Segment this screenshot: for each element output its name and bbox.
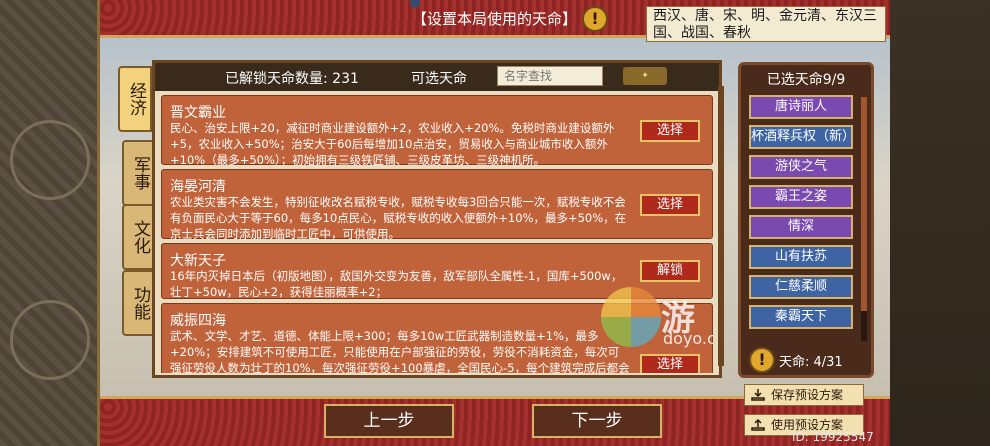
selected-scrollbar[interactable] bbox=[861, 97, 867, 341]
search-input[interactable] bbox=[497, 66, 603, 86]
doyo-badge-icon: ✦ bbox=[623, 67, 667, 85]
prev-step-button[interactable]: 上一步 bbox=[324, 404, 454, 438]
select-button[interactable]: 选择 bbox=[640, 194, 700, 216]
list-item: 晋文霸业 民心、治安上限+20，减征时商业建设额外+2，农业收入+20%。免税时… bbox=[161, 95, 713, 167]
dynasty-list: 西汉、唐、宋、明、金元清、东汉三国、战国、春秋 bbox=[646, 6, 886, 42]
list-item: 海晏河清 农业类灾害不会发生，特别征收改名赋税专收，赋税专收每3回合只能一次，赋… bbox=[161, 169, 713, 241]
fate-description: 武术、文学、才艺、道德、体能上限+300；每多10w工匠武器制造数量+1%，最多… bbox=[170, 329, 630, 373]
fate-list[interactable]: 晋文霸业 民心、治安上限+20，减征时商业建设额外+2，农业收入+20%。免税时… bbox=[161, 95, 713, 373]
watermark-url: doyo.cn bbox=[663, 329, 713, 348]
selected-fates-panel: 已选天命9/9 唐诗丽人 杯酒释兵权（新） 游侠之气 霸王之姿 情深 山有扶苏 … bbox=[738, 62, 874, 378]
selected-item[interactable]: 游侠之气 bbox=[749, 155, 853, 179]
unlocked-count: 已解锁天命数量: 231 bbox=[225, 71, 359, 87]
list-scrollbar[interactable] bbox=[718, 86, 724, 366]
upload-icon bbox=[751, 419, 765, 431]
fate-description: 民心、治安上限+20，减征时商业建设额外+2，农业收入+20%。免税时商业建设额… bbox=[170, 121, 615, 167]
fate-description: 16年内灭掉日本后（初版地图），敌国外交变为友善，敌军部队全属性-1，国库+50… bbox=[170, 269, 623, 299]
fate-name: 大新天子 bbox=[170, 253, 226, 269]
selected-item[interactable]: 霸王之姿 bbox=[749, 185, 853, 209]
selectable-label: 可选天命 bbox=[411, 71, 467, 87]
fate-count: 天命: 4/31 bbox=[779, 355, 843, 370]
unlock-button[interactable]: 解锁 bbox=[640, 260, 700, 282]
fate-name: 海晏河清 bbox=[170, 179, 226, 195]
selected-item[interactable]: 情深 bbox=[749, 215, 853, 239]
save-preset-label: 保存预设方案 bbox=[771, 388, 844, 402]
selected-item[interactable]: 山有扶苏 bbox=[749, 245, 853, 269]
selected-title: 已选天命9/9 bbox=[766, 72, 846, 88]
fate-name: 晋文霸业 bbox=[170, 105, 226, 121]
fate-description: 农业类灾害不会发生，特别征收改名赋税专收，赋税专收每3回合只能一次，赋税专收不会… bbox=[170, 195, 627, 241]
next-step-button[interactable]: 下一步 bbox=[532, 404, 662, 438]
selected-item[interactable]: 秦霸天下 bbox=[749, 305, 853, 329]
selected-item[interactable]: 唐诗丽人 bbox=[749, 95, 853, 119]
list-header: 已解锁天命数量: 231 可选天命 ✦ bbox=[155, 63, 719, 91]
info-warning-icon[interactable]: ! bbox=[582, 6, 608, 32]
warning-icon: ! bbox=[749, 347, 775, 373]
save-preset-button[interactable]: 保存预设方案 bbox=[744, 384, 864, 406]
tab-culture[interactable]: 文化 bbox=[122, 204, 156, 270]
game-screen: 【设置本局使用的天命】 ! 西汉、唐、宋、明、金元清、东汉三国、战国、春秋 经济… bbox=[0, 0, 990, 446]
tab-military[interactable]: 军事 bbox=[122, 140, 156, 206]
page-title: 【设置本局使用的天命】 bbox=[412, 10, 578, 28]
player-id: ID: 19925547 bbox=[792, 430, 874, 444]
tab-function[interactable]: 功能 bbox=[122, 270, 156, 336]
fate-name: 威振四海 bbox=[170, 313, 226, 329]
fate-list-panel: 已解锁天命数量: 231 可选天命 ✦ 晋文霸业 民心、治安上限+20，减征时商… bbox=[152, 60, 722, 378]
dragon-emblem-icon bbox=[10, 300, 90, 380]
selected-item[interactable]: 仁慈柔顺 bbox=[749, 275, 853, 299]
select-button[interactable]: 选择 bbox=[640, 120, 700, 142]
tab-economy[interactable]: 经济 bbox=[118, 66, 152, 132]
selected-item[interactable]: 杯酒释兵权（新） bbox=[749, 125, 855, 149]
download-icon bbox=[751, 389, 765, 401]
watermark-logo-icon bbox=[601, 287, 661, 347]
select-button[interactable]: 选择 bbox=[640, 354, 700, 373]
dragon-emblem-icon bbox=[10, 120, 90, 200]
left-dragon-panel bbox=[0, 0, 100, 446]
scroll-thumb[interactable] bbox=[861, 97, 867, 311]
